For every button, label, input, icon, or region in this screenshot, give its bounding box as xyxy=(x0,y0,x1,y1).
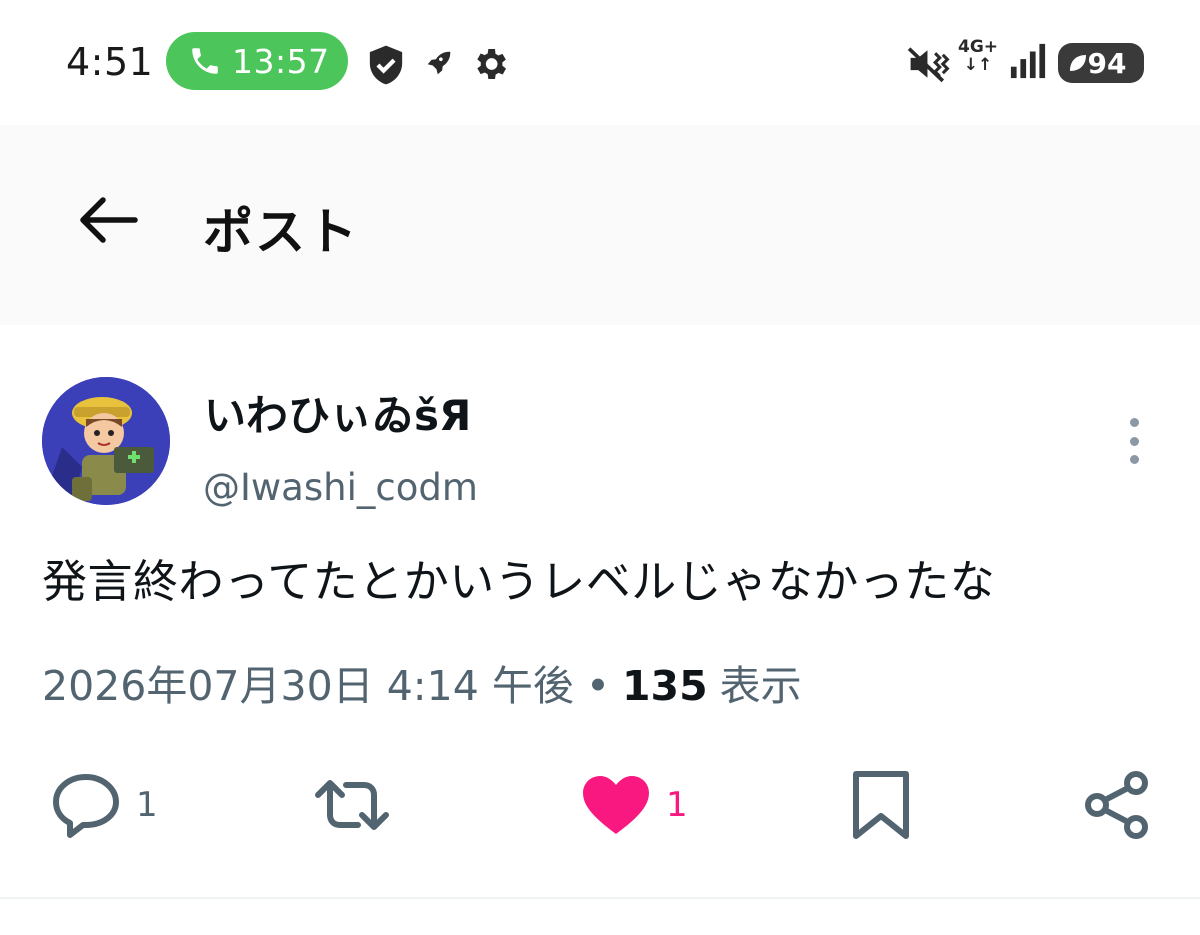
divider xyxy=(0,897,1200,899)
vibrate-icon xyxy=(907,47,950,83)
leaf-icon xyxy=(1070,55,1086,71)
arrow-left-icon xyxy=(80,197,138,243)
back-button[interactable] xyxy=(72,190,144,250)
share-button[interactable] xyxy=(1082,770,1152,840)
retweet-button[interactable] xyxy=(312,770,406,840)
like-count: 1 xyxy=(666,785,688,825)
bookmark-button[interactable] xyxy=(850,770,912,840)
share-icon xyxy=(1085,771,1148,839)
post-timestamp[interactable]: 2026年07月30日 4:14 午後 xyxy=(42,652,574,712)
ongoing-call-pill[interactable]: 13:57 xyxy=(166,32,348,90)
heart-filled-icon xyxy=(583,776,649,834)
user-handle[interactable]: @Iwashi_codm xyxy=(203,466,478,509)
top-app-bar: ポスト xyxy=(0,125,1200,325)
phone-icon xyxy=(192,48,218,74)
battery-level: 94 xyxy=(1087,46,1127,80)
reply-icon xyxy=(53,774,119,838)
shield-check-icon xyxy=(369,45,403,85)
more-options-button[interactable] xyxy=(1116,412,1152,470)
view-count: 135 xyxy=(622,662,708,710)
page-title: ポスト xyxy=(203,203,359,261)
more-vertical-icon xyxy=(1129,418,1139,427)
reply-count: 1 xyxy=(136,785,158,825)
view-label: 表示 xyxy=(719,662,802,710)
battery-icon: 94 xyxy=(1058,43,1144,83)
status-time: 4:51 xyxy=(66,40,154,84)
network-type: 4G+ ↓↑ xyxy=(958,37,999,75)
like-button[interactable]: 1 xyxy=(580,770,688,840)
signal-icon xyxy=(1010,43,1046,79)
post-meta: 2026年07月30日 4:14 午後 • 135 表示 xyxy=(42,652,802,712)
display-name[interactable]: いわひぃゐšЯ xyxy=(204,382,471,443)
rocket-icon xyxy=(427,51,451,75)
avatar[interactable] xyxy=(42,377,170,505)
avatar-image xyxy=(42,377,170,505)
status-bar: 4:51 13:57 4G+ ↓↑ 94 xyxy=(0,0,1200,125)
retweet-icon xyxy=(315,780,389,830)
bookmark-icon xyxy=(853,771,909,839)
reply-button[interactable]: 1 xyxy=(50,770,158,840)
gear-icon xyxy=(477,49,506,79)
call-timer: 13:57 xyxy=(232,41,330,81)
post-text: 発言終わってたとかいうレベルじゃなかったな xyxy=(42,555,996,608)
meta-separator: • xyxy=(585,662,611,710)
